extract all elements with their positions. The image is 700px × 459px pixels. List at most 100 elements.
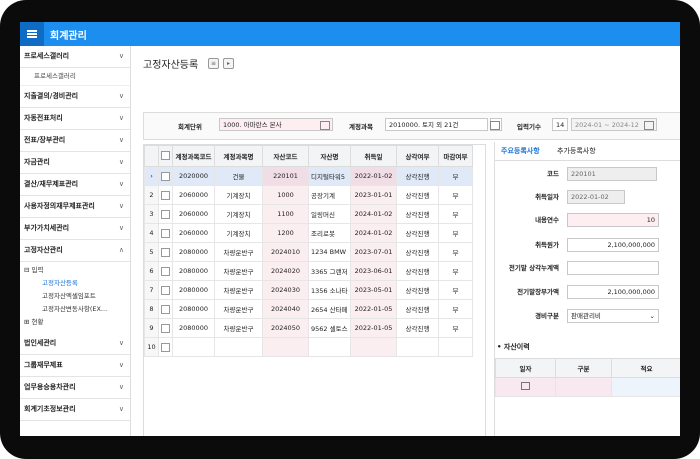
period-range-input[interactable]: 2024-01 ~ 2024-12 [571,118,657,131]
select-all-checkbox[interactable] [158,145,173,167]
sidebar-item-process-gallery[interactable]: 프로세스갤러리 ∨ [20,46,130,68]
tree-node-input[interactable]: ⊟ 입력 [24,264,130,277]
code-input[interactable]: 220101 [567,167,657,181]
cell-dep[interactable]: 상각진행 [396,299,439,319]
cell-asset-code[interactable]: 1100 [262,204,309,224]
sidebar-item-expense[interactable]: 지출결의/경비관리 ∨ [20,86,130,108]
calendar-icon[interactable] [320,121,330,130]
cell-name[interactable]: 차량운반구 [214,318,263,338]
cell-name[interactable]: 차량운반구 [214,280,263,300]
cell-asset-name[interactable]: 일링머신 [308,204,351,224]
cell-asset-code[interactable]: 220101 [262,166,309,186]
sidebar-item-vat[interactable]: 부가가치세관리 ∨ [20,218,130,240]
cell-date[interactable]: 2024-01-02 [350,204,397,224]
cell-name[interactable] [214,337,263,357]
cell-name[interactable]: 차량운반구 [214,261,263,281]
row-checkbox[interactable] [158,223,173,243]
cell-name[interactable]: 기계장치 [214,185,263,205]
cell-dep[interactable]: 상각진행 [396,166,439,186]
row-checkbox[interactable] [158,185,173,205]
cell-dep[interactable]: 상각진행 [396,280,439,300]
cell-code[interactable]: 2080000 [172,242,215,262]
cell-asset-name[interactable]: 1234 BMW [308,242,351,262]
row-checkbox[interactable] [158,337,173,357]
cell-date[interactable]: 2022-01-05 [350,318,397,338]
cell-name[interactable]: 차량운반구 [214,299,263,319]
table-row[interactable]: 10 [144,337,473,357]
cell-asset-code[interactable] [262,337,309,357]
cell-asset-name[interactable]: 디지털타워5 [308,166,351,186]
history-type-cell[interactable] [555,377,612,397]
cell-asset-code[interactable]: 2024010 [262,242,309,262]
cell-date[interactable]: 2023-07-01 [350,242,397,262]
sidebar-item-group-fs[interactable]: 그룹재무제표 ∨ [20,355,130,377]
cell-close[interactable]: 부 [438,242,473,262]
cell-date[interactable] [350,337,397,357]
history-note-cell[interactable] [611,377,680,397]
table-row[interactable]: 5 2080000 차량운반구 2024010 1234 BMW 2023-07-01 상각… [144,242,473,262]
cell-name[interactable]: 기계장치 [214,204,263,224]
acq-cost-input[interactable]: 2,100,000,000 [567,238,659,252]
row-checkbox[interactable] [158,166,173,186]
sidebar-item-auto-voucher[interactable]: 자동전표처리 ∨ [20,108,130,130]
cell-date[interactable]: 2023-06-01 [350,261,397,281]
cell-code[interactable]: 2020000 [172,166,215,186]
table-row[interactable]: 7 2080000 차량운반구 2024030 1356 소나타 2023-05-01 상각… [144,280,473,300]
cell-dep[interactable]: 상각진행 [396,204,439,224]
table-row[interactable]: 4 2060000 기계장치 1200 조리로봇 2024-01-02 상각진행 부 [144,223,473,243]
row-checkbox[interactable] [158,318,173,338]
cell-asset-name[interactable]: 9562 셀토스 [308,318,351,338]
row-checkbox[interactable] [158,242,173,262]
col-header[interactable]: 계정과목코드 [172,145,215,167]
sidebar-item-voucher-ledger[interactable]: 전표/장부관리 ∨ [20,130,130,152]
cell-close[interactable]: 부 [438,318,473,338]
cell-dep[interactable]: 상각진행 [396,318,439,338]
cell-date[interactable]: 2022-01-05 [350,299,397,319]
tree-node-status[interactable]: ⊞ 현황 [24,316,130,329]
cell-date[interactable]: 2024-01-02 [350,223,397,243]
useful-life-input[interactable]: 10 [567,213,659,227]
cell-close[interactable]: 부 [438,204,473,224]
cell-code[interactable]: 2060000 [172,223,215,243]
calendar-icon[interactable] [521,382,530,390]
cell-date[interactable]: 2022-01-02 [350,166,397,186]
col-header[interactable]: 일자 [495,358,556,378]
play-icon[interactable]: ▸ [223,58,234,69]
cell-code[interactable] [172,337,215,357]
sidebar-item-corporate-tax[interactable]: 법인세관리 ∨ [20,333,130,355]
cell-asset-name[interactable]: 3365 그랜저 [308,261,351,281]
col-header[interactable]: 마감여부 [438,145,473,167]
expense-type-select[interactable]: 판매관리비 ⌄ [567,309,659,323]
cell-code[interactable]: 2080000 [172,318,215,338]
sidebar-item-custom-fs[interactable]: 사용자정의재무제표관리 ∨ [20,196,130,218]
row-checkbox[interactable] [158,261,173,281]
cell-close[interactable]: 부 [438,166,473,186]
cell-dep[interactable]: 상각진행 [396,185,439,205]
account-input[interactable]: 2010000. 토지 외 21건 [385,118,488,131]
cell-name[interactable]: 기계장치 [214,223,263,243]
cell-date[interactable]: 2023-01-01 [350,185,397,205]
tab-extra-info[interactable]: 추가등록사항 [557,146,596,156]
history-row[interactable] [495,377,680,397]
unit-input[interactable]: 1000. 아마란스 본사 [219,118,333,131]
cell-name[interactable]: 차량운반구 [214,242,263,262]
cell-asset-name[interactable]: 조리로봇 [308,223,351,243]
col-header[interactable]: 자산코드 [262,145,309,167]
table-row[interactable]: 3 2060000 기계장치 1100 일링머신 2024-01-02 상각진행 부 [144,204,473,224]
cell-close[interactable]: 부 [438,261,473,281]
history-date-cell[interactable] [495,377,556,397]
cell-close[interactable]: 부 [438,223,473,243]
period-no-input[interactable]: 14 [552,118,568,131]
row-checkbox[interactable] [158,299,173,319]
sidebar-item-closing[interactable]: 결산/재무제표관리 ∨ [20,174,130,196]
table-row[interactable]: 6 2080000 차량운반구 2024020 3365 그랜저 2023-06-01 상각… [144,261,473,281]
table-row[interactable]: 8 2080000 차량운반구 2024040 2654 산타페 2022-01-05 상각… [144,299,473,319]
cell-date[interactable]: 2023-05-01 [350,280,397,300]
cell-close[interactable] [438,337,473,357]
cell-asset-code[interactable]: 2024050 [262,318,309,338]
cell-code[interactable]: 2080000 [172,299,215,319]
col-header[interactable]: 계정과목명 [214,145,263,167]
col-header[interactable]: 취득일 [350,145,397,167]
cell-asset-name[interactable] [308,337,351,357]
sidebar-item-company-car[interactable]: 업무용승용차관리 ∨ [20,377,130,399]
